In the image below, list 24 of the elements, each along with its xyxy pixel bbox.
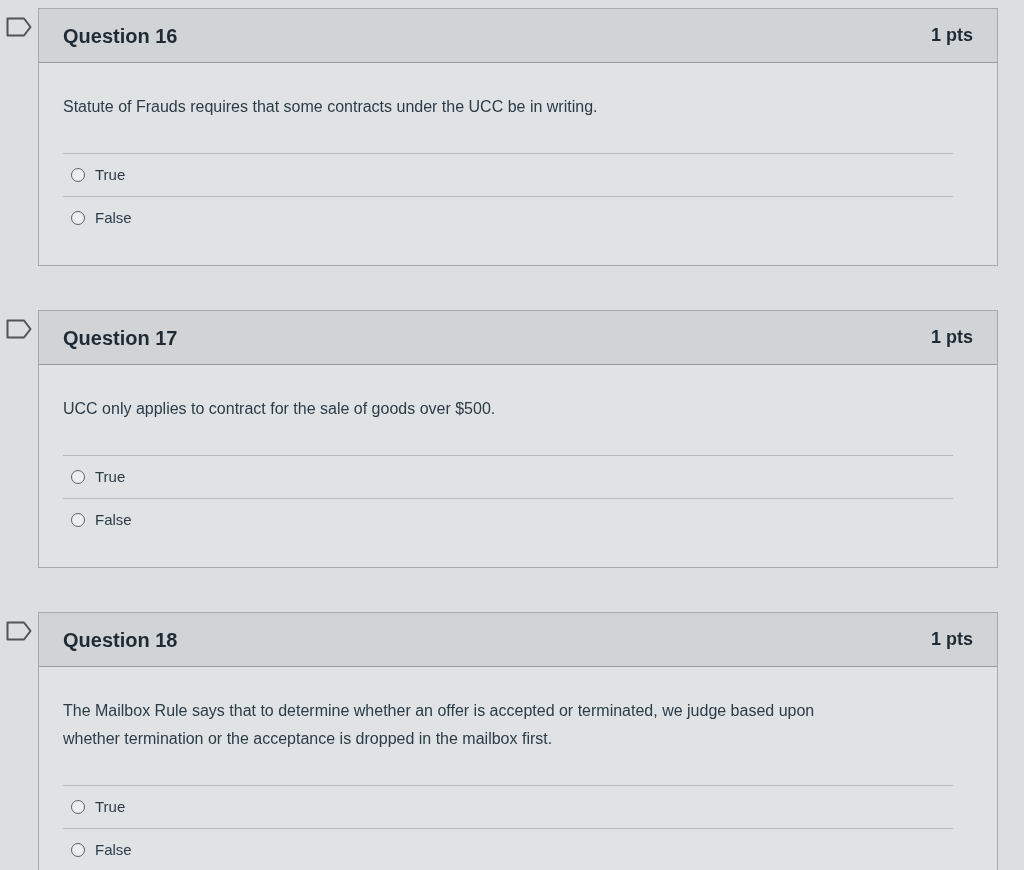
answer-label[interactable]: False <box>95 508 132 532</box>
points-label: 1 pts <box>931 628 973 651</box>
radio-button[interactable] <box>71 168 85 182</box>
answer-label[interactable]: False <box>95 838 132 862</box>
question-title: Question 17 <box>63 325 178 351</box>
answer-label[interactable]: False <box>95 206 132 230</box>
radio-button[interactable] <box>71 843 85 857</box>
question-text: UCC only applies to contract for the sale of goods over $500. <box>63 399 497 419</box>
answer-label[interactable]: True <box>95 163 126 187</box>
radio-button[interactable] <box>71 800 85 814</box>
tag-icon[interactable] <box>6 319 32 339</box>
radio-button[interactable] <box>71 470 85 484</box>
answer-label[interactable]: True <box>95 795 126 819</box>
tag-icon[interactable] <box>6 621 32 641</box>
points-label: 1 pts <box>931 24 973 47</box>
points-label: 1 pts <box>931 326 973 349</box>
radio-button[interactable] <box>71 513 85 527</box>
answer-label[interactable]: True <box>95 465 126 489</box>
question-title: Question 16 <box>63 23 178 49</box>
question-text: The Mailbox Rule says that to determine whether an offer is accepted or terminated, we judge based upon whether termination or the acceptance is dropped in the mailbox first. <box>63 701 816 749</box>
question-text: Statute of Frauds requires that some contracts under the UCC be in writing. <box>63 97 599 117</box>
radio-button[interactable] <box>71 211 85 225</box>
question-title: Question 18 <box>63 627 178 653</box>
tag-icon[interactable] <box>6 17 32 37</box>
